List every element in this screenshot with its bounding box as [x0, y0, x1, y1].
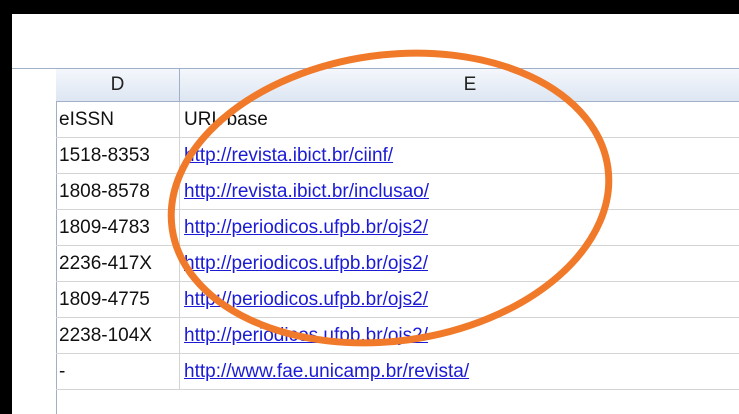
cell-text: URL base: [184, 109, 268, 130]
row-header-strip: [12, 69, 57, 414]
cell-d[interactable]: 1808-8578: [56, 174, 180, 210]
column-header-d[interactable]: D: [56, 69, 180, 102]
cell-e[interactable]: http://revista.ibict.br/ciinf/: [180, 138, 739, 174]
cell-d[interactable]: -: [56, 354, 180, 390]
url-link[interactable]: http://revista.ibict.br/inclusao/: [184, 181, 429, 202]
cell-e[interactable]: http://www.fae.unicamp.br/revista/: [180, 354, 739, 390]
cell-d[interactable]: 1518-8353: [56, 138, 180, 174]
url-link[interactable]: http://www.fae.unicamp.br/revista/: [184, 361, 469, 382]
url-link[interactable]: http://periodicos.ufpb.br/ojs2/: [184, 289, 428, 310]
formula-bar[interactable]: [12, 14, 739, 69]
column-header-e[interactable]: E: [180, 69, 739, 102]
cell-d[interactable]: 1809-4783: [56, 210, 180, 246]
cell-e[interactable]: http://periodicos.ufpb.br/ojs2/: [180, 246, 739, 282]
url-link[interactable]: http://periodicos.ufpb.br/ojs2/: [184, 217, 428, 238]
cell-e[interactable]: http://revista.ibict.br/inclusao/: [180, 174, 739, 210]
cell-d[interactable]: 2238-104X: [56, 318, 180, 354]
cell-e[interactable]: http://periodicos.ufpb.br/ojs2/: [180, 210, 739, 246]
cell-e[interactable]: http://periodicos.ufpb.br/ojs2/: [180, 318, 739, 354]
url-link[interactable]: http://periodicos.ufpb.br/ojs2/: [184, 253, 428, 274]
cell-d[interactable]: 1809-4775: [56, 282, 180, 318]
spreadsheet: D E eISSN URL base 1518-8353 http://revista…: [12, 14, 739, 414]
cell-e[interactable]: http://periodicos.ufpb.br/ojs2/: [180, 282, 739, 318]
cell-d[interactable]: 2236-417X: [56, 246, 180, 282]
cell-d[interactable]: eISSN: [56, 102, 180, 138]
cell-e[interactable]: URL base: [180, 102, 739, 138]
url-link[interactable]: http://periodicos.ufpb.br/ojs2/: [184, 325, 428, 346]
url-link[interactable]: http://revista.ibict.br/ciinf/: [184, 145, 393, 166]
